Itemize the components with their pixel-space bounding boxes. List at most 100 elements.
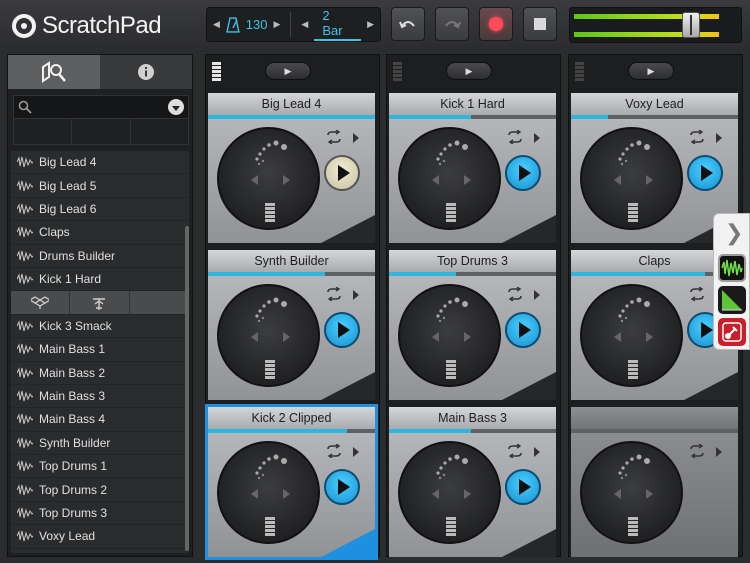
slot-corner: [321, 215, 375, 243]
list-item[interactable]: Main Bass 3: [11, 385, 189, 409]
loop-icon[interactable]: [687, 130, 707, 144]
loop-dial[interactable]: [398, 284, 501, 387]
list-item[interactable]: Top Drums 2: [11, 478, 189, 502]
list-item[interactable]: Drums Builder: [11, 245, 189, 268]
search-input[interactable]: [13, 95, 189, 119]
slot-play-button[interactable]: [505, 469, 541, 505]
loop-icon[interactable]: [687, 444, 707, 458]
list-item[interactable]: Kick 1 Hard: [11, 268, 189, 292]
loop-slot[interactable]: Big Lead 4: [208, 93, 375, 243]
loop-dial[interactable]: [580, 127, 683, 230]
waveform-icon: [17, 413, 33, 425]
loop-icon[interactable]: [324, 444, 344, 458]
chevron-down-icon[interactable]: [168, 99, 184, 115]
slot-menu-icon[interactable]: [716, 133, 722, 143]
list-item[interactable]: Main Bass 2: [11, 362, 189, 385]
undo-button[interactable]: [391, 7, 425, 41]
loop-slot[interactable]: Synth Builder: [208, 250, 375, 400]
loop-icon[interactable]: [505, 287, 525, 301]
tab-info[interactable]: [100, 55, 192, 89]
loop-icon[interactable]: [505, 130, 525, 144]
guitar-app-icon[interactable]: [718, 318, 746, 346]
loop-slot[interactable]: Main Bass 3: [389, 407, 556, 557]
loop-icon[interactable]: [687, 287, 707, 301]
column-level-meter: [393, 62, 402, 82]
column-play-button[interactable]: ▶: [628, 62, 674, 80]
master-volume-mixer[interactable]: [569, 7, 742, 43]
list-item[interactable]: Claps: [11, 221, 189, 245]
list-item[interactable]: Top Drums 3: [11, 502, 189, 526]
slot-play-button[interactable]: [324, 155, 360, 191]
slot-menu-icon[interactable]: [534, 290, 540, 300]
slot-play-button[interactable]: [324, 469, 360, 505]
bar-increase-button[interactable]: ▶: [361, 19, 380, 30]
waveform-app-icon[interactable]: [718, 254, 746, 282]
loop-icon[interactable]: [324, 130, 344, 144]
stop-button[interactable]: [523, 7, 557, 41]
app-logo: ScratchPad: [12, 12, 162, 40]
column-play-button[interactable]: ▶: [446, 62, 492, 80]
slot-menu-icon[interactable]: [353, 133, 359, 143]
slot-menu-icon[interactable]: [353, 447, 359, 457]
tempo-increase-button[interactable]: ▶: [267, 19, 286, 30]
list-item[interactable]: Main Bass 1: [11, 338, 189, 362]
slot-play-button[interactable]: [324, 312, 360, 348]
master-volume-fader[interactable]: [682, 12, 700, 38]
slot-play-button[interactable]: [505, 312, 541, 348]
dial-left-arrow-icon: [614, 489, 621, 499]
slot-play-button[interactable]: [687, 155, 723, 191]
list-item[interactable]: Big Lead 6: [11, 198, 189, 222]
loop-slot[interactable]: Top Drums 3: [389, 250, 556, 400]
list-item[interactable]: Top Drums 1: [11, 455, 189, 479]
column-play-button[interactable]: ▶: [265, 62, 311, 80]
loop-icon[interactable]: [324, 287, 344, 301]
filter-cell[interactable]: [131, 119, 188, 144]
loop-icon[interactable]: [505, 444, 525, 458]
slot-menu-icon[interactable]: [534, 133, 540, 143]
loop-dial[interactable]: [217, 127, 320, 230]
slot-menu-icon[interactable]: [353, 290, 359, 300]
loop-dial[interactable]: [217, 284, 320, 387]
loop-slot[interactable]: Kick 2 Clipped: [205, 404, 378, 560]
loop-dial[interactable]: [217, 441, 320, 544]
slot-play-button[interactable]: [505, 155, 541, 191]
list-item[interactable]: Big Lead 4: [11, 151, 189, 175]
dropbox-button[interactable]: [11, 291, 71, 314]
filter-cell[interactable]: [72, 119, 131, 144]
app-title: ScratchPad: [42, 12, 162, 39]
loop-slot[interactable]: Kick 1 Hard: [389, 93, 556, 243]
dial-dots-icon: [618, 297, 650, 323]
tab-browse[interactable]: [8, 55, 100, 89]
empty-loop-slot[interactable]: [571, 407, 738, 557]
list-item[interactable]: Voxy Lead: [11, 525, 189, 549]
slot-menu-icon[interactable]: [534, 447, 540, 457]
tempo-bar-control: ◀ 130 ▶ ◀ 2 Bar ▶: [206, 7, 381, 42]
list-item[interactable]: Main Bass 4: [11, 408, 189, 432]
loop-dial[interactable]: [398, 441, 501, 544]
dial-left-arrow-icon: [614, 175, 621, 185]
tempo-decrease-button[interactable]: ◀: [207, 19, 226, 30]
list-item[interactable]: Big Lead 5: [11, 174, 189, 198]
loop-dial[interactable]: [398, 127, 501, 230]
bar-decrease-button[interactable]: ◀: [295, 19, 314, 30]
list-scrollbar[interactable]: [185, 226, 189, 551]
list-item[interactable]: Kick 3 Smack: [11, 315, 189, 339]
loop-dial[interactable]: [580, 441, 683, 544]
chevron-right-icon[interactable]: ❯: [725, 220, 743, 246]
slot-menu-icon[interactable]: [716, 447, 722, 457]
tempo-value[interactable]: 130: [246, 17, 268, 32]
soundcloud-button[interactable]: [70, 291, 130, 314]
loop-dial[interactable]: [580, 284, 683, 387]
slot-name: Synth Builder: [208, 250, 375, 272]
slot-name: Big Lead 4: [208, 93, 375, 115]
filter-cell[interactable]: [14, 119, 73, 144]
studio-app-icon[interactable]: [718, 286, 746, 314]
slot-corner: [502, 529, 556, 557]
record-button[interactable]: [479, 7, 513, 41]
dial-right-arrow-icon: [283, 175, 290, 185]
dial-right-arrow-icon: [464, 175, 471, 185]
list-item[interactable]: Synth Builder: [11, 432, 189, 456]
bar-length-value[interactable]: 2 Bar: [314, 8, 362, 41]
redo-button[interactable]: [435, 7, 469, 41]
app-switcher-drawer: ❯: [713, 213, 750, 350]
